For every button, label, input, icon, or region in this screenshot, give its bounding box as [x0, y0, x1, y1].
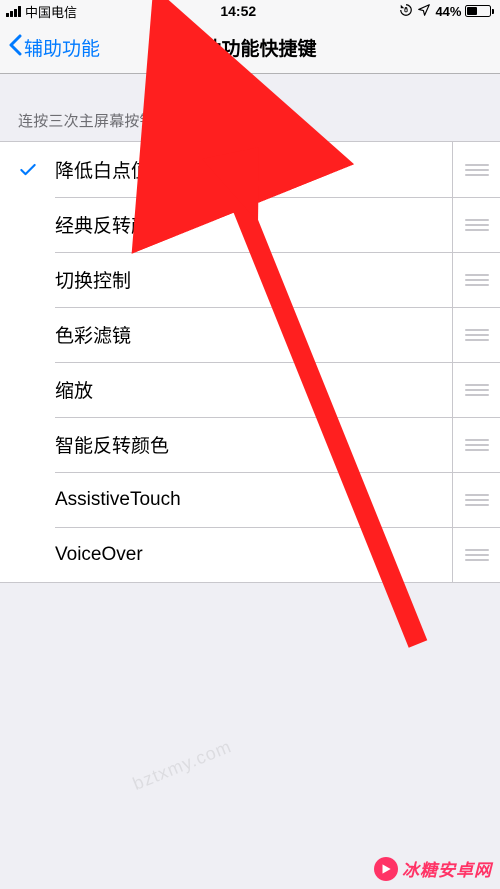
drag-handle-icon[interactable] — [452, 472, 500, 527]
list-item[interactable]: 缩放 — [0, 362, 500, 417]
drag-handle-icon[interactable] — [452, 197, 500, 252]
watermark-text: bztxmy.com — [130, 736, 235, 795]
list-item-label: 智能反转颜色 — [55, 431, 452, 458]
carrier-label: 中国电信 — [25, 2, 77, 21]
section-header: 连按三次主屏幕按钮，打开： — [0, 74, 500, 141]
list-item[interactable]: 降低白点值 — [0, 142, 500, 197]
watermark-badge-icon — [374, 857, 398, 881]
list-item[interactable]: AssistiveTouch — [0, 472, 500, 527]
orientation-lock-icon — [399, 3, 413, 20]
battery-percent: 44% — [435, 4, 461, 19]
list-item-label: 色彩滤镜 — [55, 321, 452, 348]
list-item-label: AssistiveTouch — [55, 489, 452, 511]
list-item[interactable]: 切换控制 — [0, 252, 500, 307]
watermark-brand-text: 冰糖安卓网 — [402, 856, 492, 881]
drag-handle-icon[interactable] — [452, 252, 500, 307]
list-item-label: VoiceOver — [55, 544, 452, 566]
drag-handle-icon[interactable] — [452, 527, 500, 582]
list-item-label: 切换控制 — [55, 266, 452, 293]
back-button[interactable]: 辅助功能 — [8, 34, 100, 62]
battery-icon — [465, 5, 494, 17]
list-item[interactable]: 色彩滤镜 — [0, 307, 500, 362]
page-title: 辅助功能快捷键 — [183, 34, 316, 61]
checkmark-icon — [18, 160, 55, 180]
drag-handle-icon[interactable] — [452, 142, 500, 197]
status-time: 14:52 — [220, 3, 256, 19]
nav-bar: 辅助功能 辅助功能快捷键 — [0, 22, 500, 74]
drag-handle-icon[interactable] — [452, 417, 500, 472]
signal-icon — [6, 6, 21, 17]
list-item[interactable]: VoiceOver — [0, 527, 500, 582]
status-left: 中国电信 — [6, 2, 77, 21]
location-icon — [417, 3, 431, 20]
drag-handle-icon[interactable] — [452, 307, 500, 362]
status-bar: 中国电信 14:52 44% — [0, 0, 500, 22]
shortcut-list: 降低白点值经典反转颜色切换控制色彩滤镜缩放智能反转颜色 AssistiveTouc… — [0, 141, 500, 583]
list-item[interactable]: 经典反转颜色 — [0, 197, 500, 252]
list-item-label: 经典反转颜色 — [55, 211, 452, 238]
status-right: 44% — [399, 3, 494, 20]
back-label: 辅助功能 — [24, 34, 100, 61]
drag-handle-icon[interactable] — [452, 362, 500, 417]
list-item-label: 缩放 — [55, 376, 452, 403]
chevron-left-icon — [8, 34, 22, 62]
list-item[interactable]: 智能反转颜色 — [0, 417, 500, 472]
list-item-label: 降低白点值 — [55, 156, 452, 183]
watermark-brand: 冰糖安卓网 — [374, 856, 492, 881]
